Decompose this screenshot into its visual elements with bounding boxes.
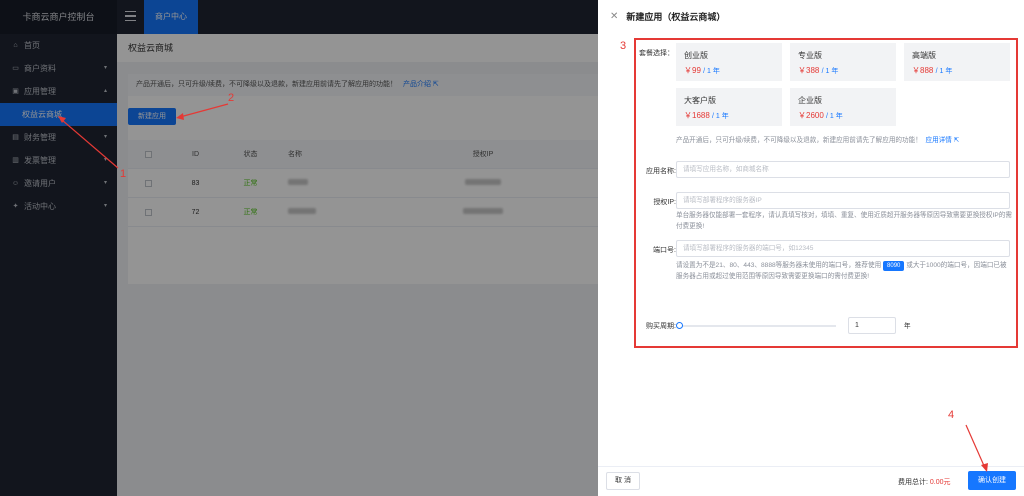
drawer-footer: 取 消 费用总计: 0.00元 确认创建 [598,466,1024,496]
app-details-link[interactable]: 应用详情 ⇱ [925,137,959,144]
ip-label: 授权IP: [653,199,676,206]
package-hint: 产品开通后，只可升级/续费，不可降级以及退款，新建应用前请先了解应用的功能！ 应… [676,137,960,144]
period-label: 购买周期: [646,323,676,330]
annotation-4: 4 [948,409,955,421]
port-suggestion-tag[interactable]: 8090 [883,261,905,271]
period-input[interactable]: 1 [848,317,896,334]
confirm-create-button[interactable]: 确认创建 [968,471,1016,490]
package-option[interactable]: 专业版 ￥388 / 1 年 [790,43,896,81]
package-option[interactable]: 大客户版 ￥1688 / 1 年 [676,88,782,126]
annotation-3: 3 [620,40,627,52]
total-amount: 0.00元 [929,479,951,486]
annotation-1: 1 [120,168,127,180]
port-hint: 请设置为不是21、80、443、8888等服务器未使用的端口号，推荐使用 809… [676,261,1007,280]
port-label: 端口号: [653,247,676,254]
package-option[interactable]: 高端版 ￥888 / 1 年 [904,43,1010,81]
port-input[interactable]: 请填写部署程序的服务器的端口号，如12345 [676,240,1010,257]
period-slider-track[interactable] [680,325,836,327]
cancel-button[interactable]: 取 消 [606,472,640,490]
close-icon[interactable]: ✕ [610,11,618,22]
app-name-input[interactable]: 请填写应用名称，如商城名称 [676,161,1010,178]
ip-input[interactable]: 请填写部署程序的服务器IP [676,192,1010,209]
ip-hint: 单台服务器仅能部署一套程序，请认真填写核对，填填、重复、使用近质超开服务器等原因… [676,212,1012,230]
package-option[interactable]: 创业版 ￥99 / 1 年 [676,43,782,81]
app-name-label: 应用名称: [646,168,676,175]
annotation-2: 2 [228,92,235,104]
period-slider-handle[interactable] [676,322,683,329]
total-cost: 费用总计: 0.00元 [898,479,951,486]
form-highlight-box: 套餐选择： 创业版 ￥99 / 1 年 专业版 ￥388 / 1 年 高端版 ￥… [634,38,1018,348]
package-option[interactable]: 企业版 ￥2600 / 1 年 [790,88,896,126]
drawer-title: 新建应用（权益云商城） [626,11,726,22]
package-label: 套餐选择： [639,50,674,57]
period-unit: 年 [904,323,911,330]
modal-overlay[interactable] [0,0,598,496]
new-app-drawer: ✕ 新建应用（权益云商城） 套餐选择： 创业版 ￥99 / 1 年 专业版 ￥3… [598,0,1024,496]
